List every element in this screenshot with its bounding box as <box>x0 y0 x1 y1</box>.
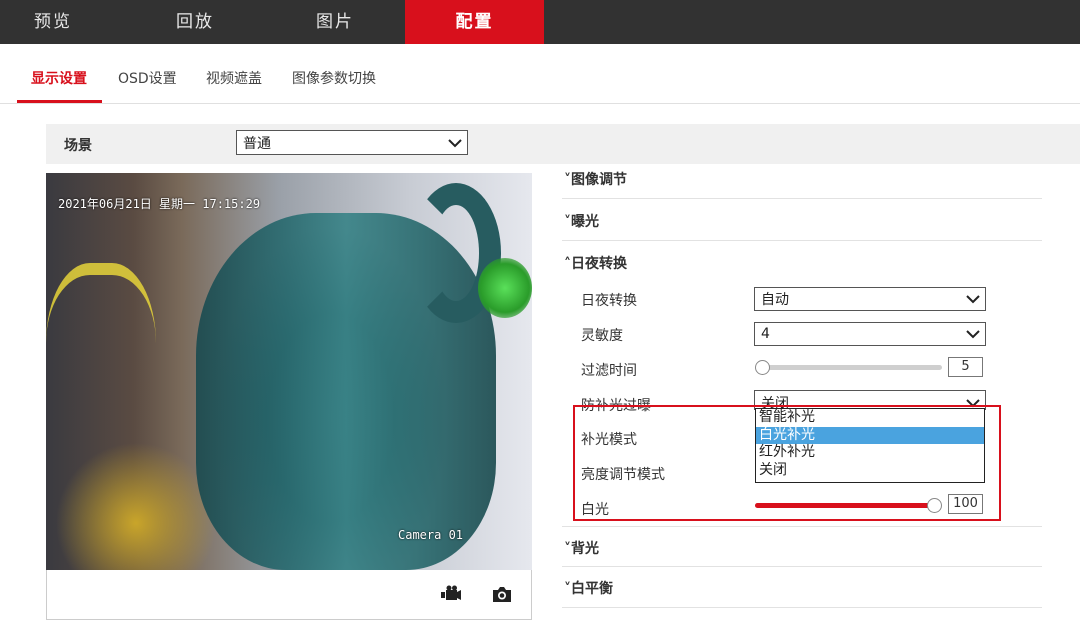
anti-overexposure-select[interactable]: 关闭 <box>754 390 986 410</box>
fill-light-option-off[interactable]: 关闭 <box>756 462 984 480</box>
filter-time-slider-thumb[interactable] <box>755 360 770 375</box>
chevron-down-icon: ˅ <box>564 581 571 597</box>
fill-light-option-infrared[interactable]: 红外补光 <box>756 444 984 462</box>
top-nav: 预览 回放 图片 配置 <box>0 0 1080 44</box>
active-tab-underline <box>17 100 102 103</box>
section-backlight: ˅背光 <box>562 526 1042 567</box>
scene-select[interactable]: 普通 <box>236 130 468 155</box>
video-toolbar <box>46 570 532 620</box>
fill-light-mode-dropdown[interactable]: 智能补光 白光补光 红外补光 关闭 <box>755 408 985 483</box>
section-white-balance-header[interactable]: ˅白平衡 <box>564 578 613 598</box>
osd-timestamp: 2021年06月21日 星期一 17:15:29 <box>58 197 261 211</box>
chevron-down-icon: ˅ <box>564 172 571 188</box>
video-record-icon[interactable] <box>440 583 462 605</box>
sensitivity-value: 4 <box>761 326 770 342</box>
scene-select-value: 普通 <box>243 135 271 152</box>
chevron-down-icon: ˅ <box>564 541 571 557</box>
chevron-down-icon <box>448 138 462 147</box>
video-preview[interactable]: 2021年06月21日 星期一 17:15:29 Camera 01 <box>46 173 532 570</box>
filter-time-input[interactable]: 5 <box>948 357 983 377</box>
video-content <box>46 263 156 463</box>
sensitivity-select[interactable]: 4 <box>754 322 986 346</box>
filter-time-slider[interactable] <box>760 365 942 370</box>
tab-display-settings[interactable]: 显示设置 <box>31 68 87 88</box>
chevron-down-icon: ˅ <box>564 214 571 230</box>
tab-osd-settings[interactable]: OSD设置 <box>118 68 177 88</box>
nav-picture[interactable]: 图片 <box>316 0 354 44</box>
anti-overexposure-label: 防补光过曝 <box>581 398 651 414</box>
nav-configuration[interactable]: 配置 <box>405 0 544 44</box>
white-light-slider-fill <box>755 503 931 508</box>
chevron-down-icon <box>966 330 980 339</box>
tab-image-param-switch[interactable]: 图像参数切换 <box>292 68 376 88</box>
section-exposure: ˅曝光 <box>562 200 1042 241</box>
section-day-night: ˄日夜转换 <box>562 242 1042 283</box>
nav-playback[interactable]: 回放 <box>176 0 214 44</box>
camera-snapshot-icon[interactable] <box>491 583 513 605</box>
osd-camera-name: Camera 01 <box>398 528 464 542</box>
fill-light-option-smart[interactable]: 智能补光 <box>756 409 984 427</box>
section-backlight-header[interactable]: ˅背光 <box>564 538 599 558</box>
brightness-mode-label: 亮度调节模式 <box>581 467 665 483</box>
chevron-down-icon <box>966 295 980 304</box>
section-day-night-header[interactable]: ˄日夜转换 <box>564 253 627 273</box>
sensitivity-label: 灵敏度 <box>581 328 623 344</box>
section-image-adjust: ˅图像调节 <box>562 158 1042 199</box>
day-night-switch-label: 日夜转换 <box>581 293 637 309</box>
white-light-slider-thumb[interactable] <box>927 498 942 513</box>
white-light-input[interactable]: 100 <box>948 494 983 514</box>
section-image-adjust-header[interactable]: ˅图像调节 <box>564 169 627 189</box>
day-night-switch-select[interactable]: 自动 <box>754 287 986 311</box>
scene-label: 场景 <box>64 138 92 154</box>
sub-tabs: 显示设置 OSD设置 视频遮盖 图像参数切换 <box>0 44 1080 104</box>
tab-privacy-mask[interactable]: 视频遮盖 <box>206 68 262 88</box>
section-white-balance: ˅白平衡 <box>562 567 1042 608</box>
day-night-switch-value: 自动 <box>761 292 789 308</box>
white-light-label: 白光 <box>581 502 609 518</box>
filter-time-label: 过滤时间 <box>581 363 637 379</box>
nav-preview[interactable]: 预览 <box>34 0 72 44</box>
fill-light-mode-label: 补光模式 <box>581 432 637 448</box>
section-exposure-header[interactable]: ˅曝光 <box>564 211 599 231</box>
chevron-up-icon: ˄ <box>564 256 571 272</box>
fill-light-option-white[interactable]: 白光补光 <box>756 426 984 444</box>
video-content-green <box>478 258 532 318</box>
